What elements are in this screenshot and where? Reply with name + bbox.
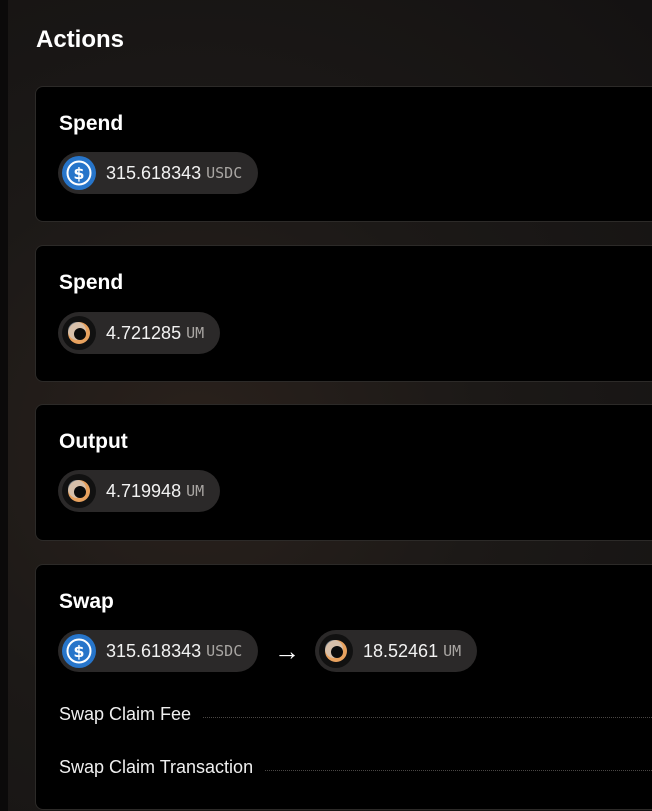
arrow-right-icon: → [274,636,300,666]
page-title: Actions [36,26,125,53]
usdc-icon: $ [62,156,96,190]
swap-claim-transaction-label: Swap Claim Transaction [59,757,254,777]
swap-output-symbol: UM [443,642,462,660]
swap-output-amount: 18.52461 [363,640,439,661]
value-amount: 315.618343 [106,162,202,183]
action-card-swap: Swap $ 315.618343 USDC → 18.52461 UM Swa… [35,564,652,810]
dotted-divider [203,717,652,718]
action-card-spend: Spend $ 315.618343 USDC [35,86,652,222]
action-title: Output [59,430,128,453]
action-title: Spend [59,112,124,135]
swap-claim-transaction-row: Swap Claim Transaction [59,757,652,778]
value-symbol: USDC [206,164,243,182]
penumbra-icon [62,316,96,350]
usdc-icon: $ [62,634,96,668]
svg-text:$: $ [73,164,84,183]
value-amount: 4.719948 [106,480,182,501]
value-amount: 4.721285 [106,322,182,343]
svg-text:$: $ [73,642,84,661]
value-symbol: UM [186,324,205,342]
dotted-divider [265,770,652,771]
value-pill[interactable]: $ 315.618343 USDC [58,152,259,194]
swap-claim-fee-label: Swap Claim Fee [59,704,192,724]
swap-input-pill[interactable]: $ 315.618343 USDC [58,630,259,672]
penumbra-icon [319,634,353,668]
value-pill[interactable]: 4.721285 UM [58,312,221,354]
swap-claim-fee-row: Swap Claim Fee [59,704,652,725]
left-edge-bar [0,0,8,811]
swap-output-pill[interactable]: 18.52461 UM [315,630,478,672]
swap-input-amount: 315.618343 [106,640,202,661]
action-card-spend: Spend 4.721285 UM [35,245,652,382]
value-symbol: UM [186,482,205,500]
action-title: Spend [59,271,124,294]
penumbra-icon [62,474,96,508]
action-title: Swap [59,590,114,613]
value-pill[interactable]: 4.719948 UM [58,470,221,512]
swap-input-symbol: USDC [206,642,243,660]
action-card-output: Output 4.719948 UM [35,404,652,541]
